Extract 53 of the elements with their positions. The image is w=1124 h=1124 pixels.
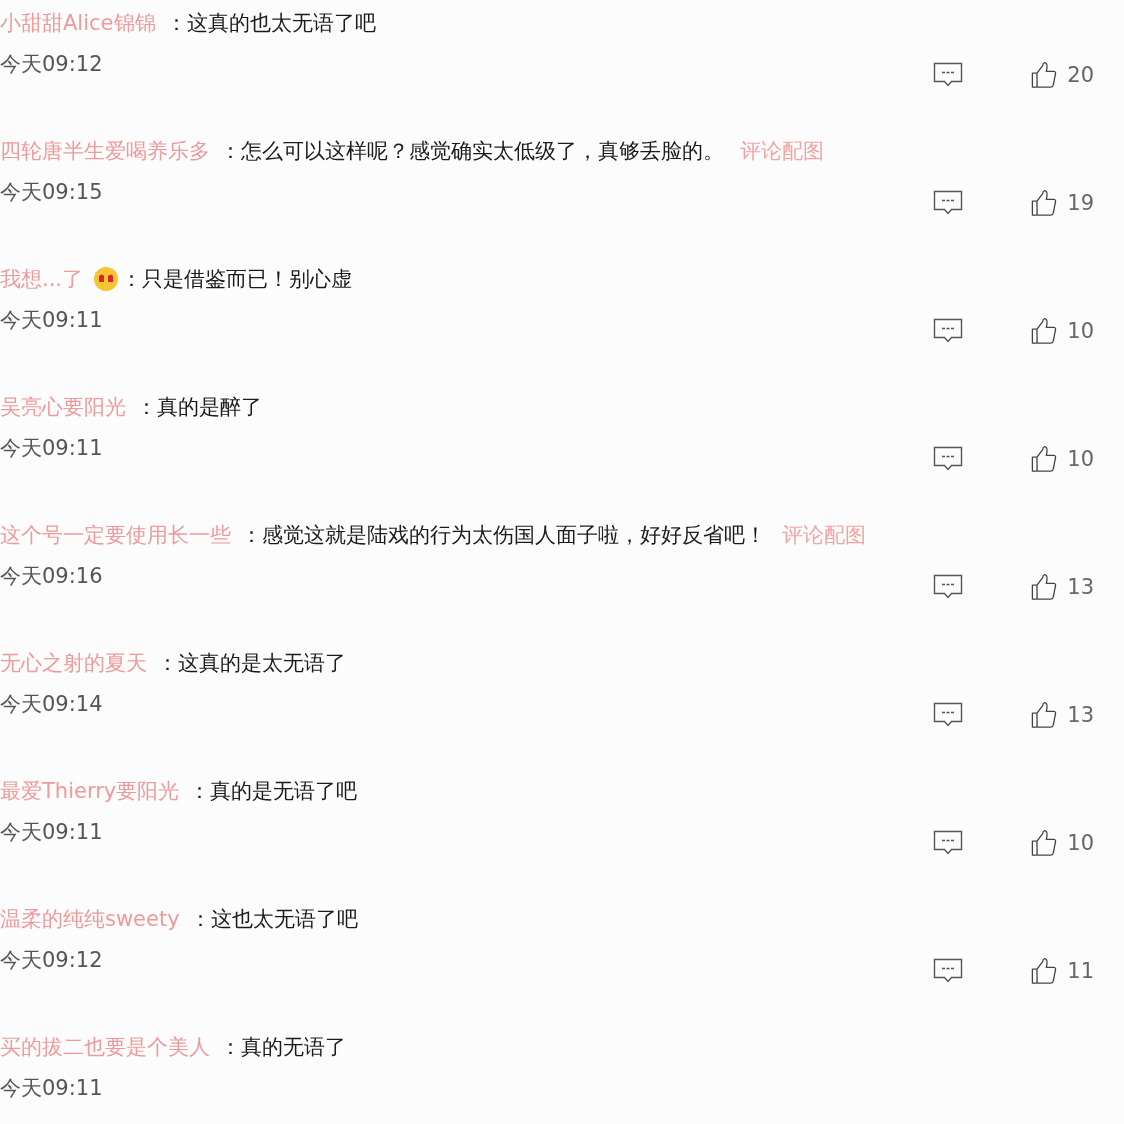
username-link[interactable]: 温柔的纯纯sweety (0, 905, 180, 933)
username-link[interactable]: 这个号一定要使用长一些 (0, 521, 231, 549)
comment-time: 今天09:11 (0, 1075, 103, 1102)
comment-text: ：真的是醉了 (136, 394, 262, 421)
comment-text: ：这真的是太无语了 (157, 650, 346, 677)
reply-icon[interactable] (933, 830, 964, 856)
comment-image-link[interactable]: 评论配图 (740, 137, 824, 165)
comment-time: 今天09:11 (0, 307, 103, 334)
like-count: 13 (1067, 703, 1094, 727)
thumbs-up-icon[interactable] (1031, 444, 1058, 474)
username-link[interactable]: 四轮唐半生爱喝养乐多 (0, 137, 210, 165)
username-link[interactable]: 小甜甜Alice锦锦 (0, 9, 156, 37)
comment-text: ：怎么可以这样呢？感觉确实太低级了，真够丢脸的。 (220, 138, 724, 165)
reply-icon[interactable] (933, 574, 964, 600)
comment-time: 今天09:16 (0, 563, 103, 590)
like-count: 19 (1067, 191, 1094, 215)
thumbs-up-icon[interactable] (1031, 188, 1058, 218)
thumbs-up-icon[interactable] (1031, 956, 1058, 986)
reply-icon[interactable] (933, 702, 964, 728)
username-link[interactable]: 买的拔二也要是个美人 (0, 1033, 210, 1061)
comment-image-link[interactable]: 评论配图 (782, 521, 866, 549)
thumbs-up-icon[interactable] (1031, 60, 1058, 90)
reply-icon[interactable] (933, 958, 964, 984)
like-count: 11 (1067, 959, 1094, 983)
thumbs-up-icon[interactable] (1031, 828, 1058, 858)
comment-text: ：感觉这就是陆戏的行为太伤国人面子啦，好好反省吧！ (241, 522, 766, 549)
comment-text: ：只是借鉴而已！别心虚 (121, 266, 353, 293)
reply-icon[interactable] (933, 190, 964, 216)
thumbs-up-icon[interactable] (1031, 700, 1058, 730)
comment-text: ：这真的也太无语了吧 (165, 10, 376, 37)
username-link[interactable]: 无心之射的夏天 (0, 649, 147, 677)
comment-time: 今天09:11 (0, 819, 103, 846)
comment-time: 今天09:12 (0, 947, 103, 974)
comment-time: 今天09:15 (0, 179, 103, 206)
thumbs-up-icon[interactable] (1031, 572, 1058, 602)
comment-text: ：这也太无语了吧 (189, 906, 358, 933)
like-count: 10 (1067, 319, 1094, 343)
reply-icon[interactable] (933, 318, 964, 344)
like-count: 20 (1067, 63, 1094, 87)
like-count: 13 (1067, 575, 1094, 599)
reply-icon[interactable] (933, 446, 964, 472)
username-link[interactable]: 我想...了 (0, 265, 84, 293)
thumbs-up-icon[interactable] (1031, 316, 1058, 346)
comment-time: 今天09:14 (0, 691, 103, 718)
username-link[interactable]: 最爱Thierry要阳光 (0, 777, 180, 805)
comment-time: 今天09:12 (0, 51, 103, 78)
like-count: 10 (1067, 447, 1094, 471)
reply-icon[interactable] (933, 62, 964, 88)
comment-time: 今天09:11 (0, 435, 103, 462)
comment-text: ：真的无语了 (220, 1034, 346, 1061)
comment-text: ：真的是无语了吧 (189, 778, 358, 805)
like-count: 10 (1067, 831, 1094, 855)
username-link[interactable]: 吴亮心要阳光 (0, 393, 126, 421)
